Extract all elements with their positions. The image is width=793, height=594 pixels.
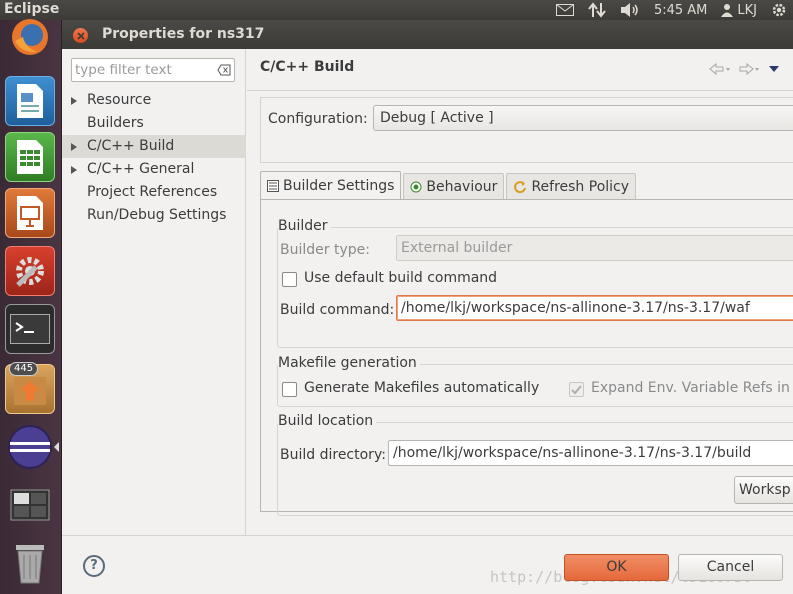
history-nav — [709, 63, 779, 75]
clock[interactable]: 5:45 AM — [654, 3, 707, 18]
expand-arrow-icon[interactable] — [71, 97, 77, 105]
build-command-field[interactable]: /home/lkj/workspace/ns-allinone-3.17/ns-… — [396, 295, 793, 321]
tab-behaviour[interactable]: Behaviour — [403, 173, 505, 200]
group-title: Build location — [278, 413, 377, 429]
radio-icon — [410, 181, 422, 193]
update-count-badge: 445 — [9, 362, 39, 376]
active-indicator — [54, 442, 59, 452]
update-manager-icon[interactable]: 445 — [5, 362, 55, 414]
tab-strip: Builder Settings Behaviour Refresh Polic… — [260, 171, 638, 200]
writer-icon[interactable] — [5, 76, 55, 126]
tab-label: Behaviour — [426, 178, 498, 195]
back-arrow-icon[interactable] — [709, 63, 731, 75]
tree-item-label: Builders — [87, 115, 144, 131]
dialog-title: Properties for ns317 — [102, 26, 265, 42]
volume-icon[interactable] — [620, 2, 640, 18]
tree-item-cpp-build[interactable]: C/C++ Build — [62, 135, 246, 158]
firefox-icon[interactable] — [5, 14, 55, 64]
page-title: C/C++ Build — [260, 59, 355, 75]
builder-type-label: Builder type: — [280, 242, 370, 258]
system-settings-icon[interactable] — [5, 246, 55, 296]
use-default-command-label[interactable]: Use default build command — [304, 270, 497, 286]
filter-input[interactable] — [75, 61, 211, 79]
user-name: LKJ — [737, 2, 757, 18]
build-directory-label: Build directory: — [280, 447, 386, 463]
generate-makefiles-label[interactable]: Generate Makefiles automatically — [304, 380, 539, 396]
configuration-label: Configuration: — [268, 111, 368, 127]
makefile-generation-group: Makefile generation Generate Makefiles a… — [277, 355, 793, 407]
group-title: Makefile generation — [278, 355, 420, 371]
system-tray: 5:45 AM LKJ — [555, 0, 787, 20]
workspace-switcher-icon[interactable] — [5, 480, 55, 530]
tree-item-cpp-general[interactable]: C/C++ General — [62, 158, 246, 181]
group-title: Builder — [278, 218, 331, 234]
tab-label: Builder Settings — [283, 177, 395, 194]
builder-group: Builder Builder type: External builder U… — [277, 218, 793, 348]
tree-item-resource[interactable]: Resource — [62, 89, 246, 112]
checkmark-icon — [571, 385, 582, 395]
close-button[interactable] — [73, 28, 88, 43]
tree-item-project-references[interactable]: Project References — [62, 181, 246, 204]
category-tree: Resource Builders C/C++ Build C/C++ Gene… — [62, 89, 246, 227]
close-icon — [76, 31, 85, 40]
refresh-icon — [514, 181, 527, 194]
user-icon — [721, 4, 734, 17]
dialog-titlebar[interactable]: Properties for ns317 — [62, 20, 793, 49]
builder-settings-panel: Builder Builder type: External builder U… — [260, 199, 793, 516]
calc-icon[interactable] — [5, 132, 55, 182]
tab-refresh-policy[interactable]: Refresh Policy — [506, 173, 637, 200]
forward-arrow-icon[interactable] — [739, 63, 761, 75]
clear-filter-icon[interactable] — [217, 64, 231, 76]
impress-icon[interactable] — [5, 188, 55, 238]
cancel-button[interactable]: Cancel — [678, 554, 783, 581]
tab-builder-settings[interactable]: Builder Settings — [260, 171, 402, 200]
tree-item-builders[interactable]: Builders — [62, 112, 246, 135]
generate-makefiles-checkbox[interactable] — [282, 382, 297, 397]
tree-item-label: C/C++ Build — [87, 138, 175, 154]
help-icon[interactable]: ? — [83, 555, 105, 577]
tree-item-label: Project References — [87, 184, 218, 200]
mail-icon[interactable] — [555, 4, 574, 16]
expand-env-checkbox[interactable] — [569, 382, 584, 397]
trash-icon[interactable] — [5, 538, 55, 588]
view-menu-icon[interactable] — [769, 65, 779, 73]
category-panel: Resource Builders C/C++ Build C/C++ Gene… — [62, 49, 246, 535]
expand-arrow-icon[interactable] — [71, 166, 77, 174]
ok-button[interactable]: OK — [564, 554, 669, 581]
terminal-icon[interactable] — [5, 304, 55, 354]
tree-item-label: C/C++ General — [87, 161, 195, 177]
tab-label: Refresh Policy — [531, 178, 630, 195]
tree-item-label: Resource — [87, 92, 152, 108]
page-header: C/C++ Build — [247, 49, 793, 91]
tree-item-label: Run/Debug Settings — [87, 207, 227, 223]
builder-type-select[interactable]: External builder — [396, 235, 793, 261]
user-menu[interactable]: LKJ — [721, 3, 757, 18]
build-directory-field[interactable]: /home/lkj/workspace/ns-allinone-3.17/ns-… — [388, 440, 793, 466]
settings-icon[interactable] — [771, 2, 787, 18]
launcher: 445 — [0, 19, 62, 594]
property-page: C/C++ Build Configuration: Debug [ Activ… — [247, 49, 793, 548]
workspace-button[interactable]: Worksp — [734, 476, 793, 504]
expand-env-label: Expand Env. Variable Refs in M — [591, 380, 793, 396]
settings-list-icon — [267, 180, 279, 192]
properties-dialog: Properties for ns317 Resource Builders C… — [62, 20, 793, 594]
configuration-row: Configuration: Debug [ Active ] — [260, 97, 793, 163]
build-location-group: Build location Build directory: /home/lk… — [277, 413, 793, 516]
eclipse-icon[interactable] — [5, 422, 55, 472]
use-default-command-checkbox[interactable] — [282, 272, 297, 287]
network-icon[interactable] — [588, 2, 606, 18]
dialog-footer: ? http://blog.csdn.net/l3160730 OK Cance… — [62, 535, 793, 594]
top-panel: Eclipse 5:45 AM LKJ — [0, 0, 793, 20]
configuration-select[interactable]: Debug [ Active ] — [373, 105, 793, 131]
build-command-label: Build command: — [280, 302, 395, 318]
filter-box — [71, 58, 235, 82]
tree-item-run-debug-settings[interactable]: Run/Debug Settings — [62, 204, 246, 227]
expand-arrow-icon[interactable] — [71, 143, 77, 151]
